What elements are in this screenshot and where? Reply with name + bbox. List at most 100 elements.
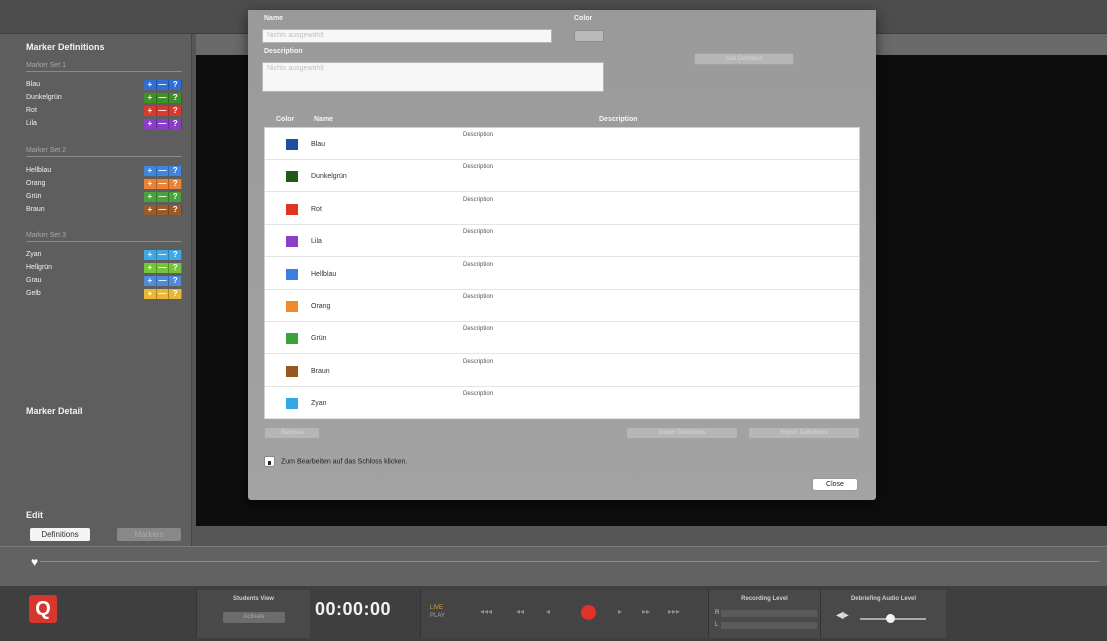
marker-row[interactable]: Dunkelgrün + —? <box>26 93 184 104</box>
remove-marker-button[interactable]: — <box>156 106 170 116</box>
table-row[interactable]: Blau Description <box>265 128 859 160</box>
step-back-button[interactable]: ◂ <box>546 607 550 616</box>
step-forward-button[interactable]: ▸ <box>618 607 622 616</box>
remove-marker-button[interactable]: — <box>156 263 170 273</box>
marker-row[interactable]: Zyan + —? <box>26 250 184 261</box>
remove-marker-button[interactable]: — <box>156 119 170 129</box>
skip-back-button[interactable]: ◂◂ <box>516 607 524 616</box>
color-swatch <box>286 268 298 280</box>
row-name: Zyan <box>311 400 327 408</box>
marker-name: Grau <box>26 277 42 284</box>
marker-row[interactable]: Orang + —? <box>26 179 184 190</box>
name-field[interactable]: Nichts ausgewählt <box>262 29 552 43</box>
marker-help-button[interactable]: ? <box>169 80 183 90</box>
table-row[interactable]: Grün Description <box>265 322 859 355</box>
add-marker-button[interactable]: + <box>144 80 157 90</box>
table-row[interactable]: Orang Description <box>265 290 859 322</box>
remove-marker-button[interactable]: — <box>156 250 170 260</box>
remove-marker-button[interactable]: — <box>156 205 170 215</box>
marker-buttons: + —? <box>144 205 183 215</box>
table-row[interactable]: Zyan Description <box>265 387 859 420</box>
marker-row[interactable]: Grau + —? <box>26 276 184 287</box>
table-header: Color Name Description <box>264 114 860 128</box>
col-color-header[interactable]: Color <box>276 116 294 123</box>
add-marker-button[interactable]: + <box>144 166 157 176</box>
color-well[interactable] <box>574 30 604 42</box>
add-marker-button[interactable]: + <box>144 263 157 273</box>
marker-set-header: Marker Set 1 <box>26 62 182 72</box>
markers-button[interactable]: Markers <box>117 528 181 541</box>
marker-row[interactable]: Grün + —? <box>26 192 184 203</box>
remove-marker-button[interactable]: — <box>156 179 170 189</box>
row-description: Description <box>463 358 494 365</box>
table-row[interactable]: Hellblau Description <box>265 257 859 290</box>
add-marker-button[interactable]: + <box>144 93 157 103</box>
skip-forward-far-button[interactable]: ▸▸▸ <box>668 607 680 616</box>
mode-play: PLAY <box>430 613 445 619</box>
remove-marker-button[interactable]: — <box>156 192 170 202</box>
marker-help-button[interactable]: ? <box>169 250 183 260</box>
add-marker-button[interactable]: + <box>144 289 157 299</box>
debriefing-volume-slider[interactable]: ◀▸ <box>836 610 936 623</box>
table-row[interactable]: Lila Description <box>265 225 859 258</box>
marker-help-button[interactable]: ? <box>169 166 183 176</box>
remove-marker-button[interactable]: — <box>156 166 170 176</box>
marker-name: Rot <box>26 107 37 114</box>
add-marker-button[interactable]: + <box>144 276 157 286</box>
marker-row[interactable]: Gelb + —? <box>26 289 184 300</box>
remove-button[interactable]: Remove <box>264 427 320 439</box>
add-marker-button[interactable]: + <box>144 205 157 215</box>
remove-marker-button[interactable]: — <box>156 289 170 299</box>
marker-help-button[interactable]: ? <box>169 93 183 103</box>
col-name-header[interactable]: Name <box>314 116 333 123</box>
table-row[interactable]: Braun Description <box>265 354 859 387</box>
marker-row[interactable]: Blau + —? <box>26 80 184 91</box>
name-label: Name <box>264 15 284 22</box>
add-marker-button[interactable]: + <box>144 192 157 202</box>
marker-help-button[interactable]: ? <box>169 263 183 273</box>
table-row[interactable]: Dunkelgrün Description <box>265 160 859 193</box>
students-view-button[interactable]: Activate <box>223 612 285 623</box>
marker-buttons: + —? <box>144 106 183 116</box>
marker-row[interactable]: Lila + —? <box>26 119 184 130</box>
marker-help-button[interactable]: ? <box>169 106 183 116</box>
marker-help-button[interactable]: ? <box>169 276 183 286</box>
sidebar-title: Marker Definitions <box>26 42 105 52</box>
volume-knob[interactable] <box>886 614 895 623</box>
add-marker-button[interactable]: + <box>144 119 157 129</box>
marker-row[interactable]: Hellblau + —? <box>26 166 184 177</box>
import-definitions-button[interactable]: Import Definitions <box>626 427 738 439</box>
remove-marker-button[interactable]: — <box>156 80 170 90</box>
record-button[interactable] <box>581 605 596 620</box>
marker-help-button[interactable]: ? <box>169 289 183 299</box>
remove-marker-button[interactable]: — <box>156 276 170 286</box>
marker-row[interactable]: Braun + —? <box>26 205 184 216</box>
skip-forward-button[interactable]: ▸▸ <box>642 607 650 616</box>
marker-help-button[interactable]: ? <box>169 192 183 202</box>
timeline[interactable]: ♥ <box>0 546 1107 586</box>
col-description-header[interactable]: Description <box>599 116 638 123</box>
marker-help-button[interactable]: ? <box>169 205 183 215</box>
playhead-handle[interactable]: ♥ <box>31 555 38 569</box>
add-marker-button[interactable]: + <box>144 106 157 116</box>
marker-buttons: + —? <box>144 166 183 176</box>
marker-help-button[interactable]: ? <box>169 179 183 189</box>
remove-marker-button[interactable]: — <box>156 93 170 103</box>
lock-icon[interactable] <box>264 456 275 467</box>
marker-help-button[interactable]: ? <box>169 119 183 129</box>
add-marker-button[interactable]: + <box>144 179 157 189</box>
skip-back-far-button[interactable]: ◂◂◂ <box>480 607 492 616</box>
add-definition-button[interactable]: Add Definition <box>694 53 794 65</box>
row-description: Description <box>463 229 494 236</box>
add-marker-button[interactable]: + <box>144 250 157 260</box>
table-row[interactable]: Rot Description <box>265 192 859 225</box>
definitions-button[interactable]: Definitions <box>30 528 90 541</box>
bottom-bar: Q Students View Activate 00:00:00 LIVE P… <box>0 586 1107 641</box>
row-name: Rot <box>311 205 322 213</box>
close-button[interactable]: Close <box>812 478 858 491</box>
export-definitions-button[interactable]: Export Definitions <box>748 427 860 439</box>
marker-row[interactable]: Rot + —? <box>26 106 184 117</box>
mode-indicator[interactable]: LIVE PLAY <box>430 604 445 620</box>
marker-row[interactable]: Hellgrün + —? <box>26 263 184 274</box>
description-field[interactable]: Nichts ausgewählt <box>262 62 604 92</box>
